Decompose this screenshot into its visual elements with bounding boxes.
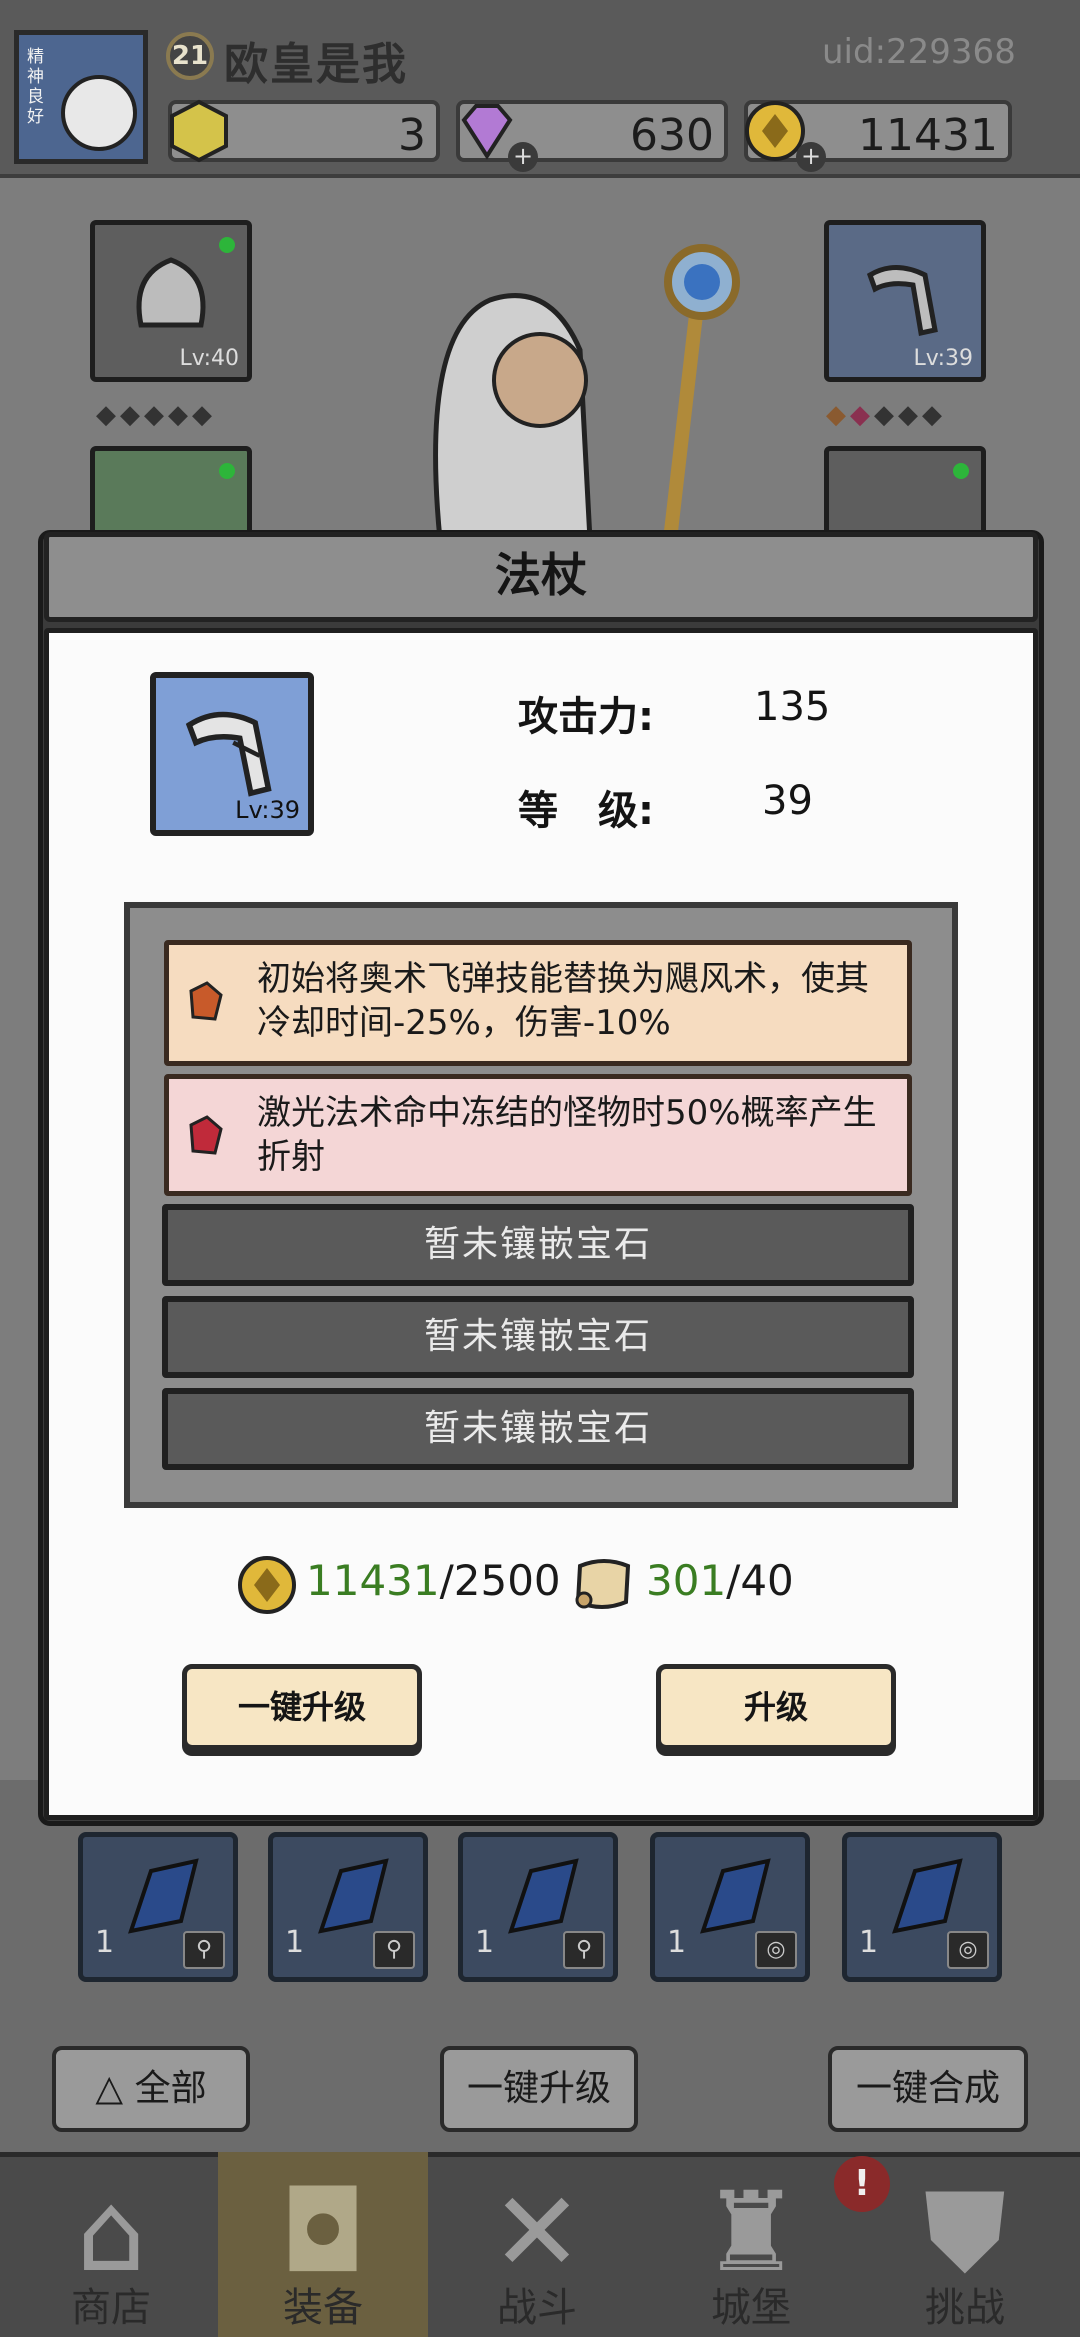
item-count: 1 <box>95 1925 115 1960</box>
resource-value: 630 <box>630 110 714 161</box>
inventory-gem-slot[interactable]: 1 ⚲ <box>268 1832 428 1982</box>
resource-gold: + 11431 <box>744 100 1012 172</box>
staff-type-icon: ⚲ <box>373 1931 415 1969</box>
equipment-slot-staff[interactable]: Lv:39 <box>824 220 986 382</box>
resource-diamond: + 630 <box>456 100 728 172</box>
inventory-gem-slot[interactable]: 1 ⚲ <box>78 1832 238 1982</box>
level-label: 等 级: <box>518 788 654 834</box>
bag-icon: ◘ <box>279 2168 367 2296</box>
resource-value: 11431 <box>858 110 998 161</box>
equipment-slot-armor[interactable] <box>90 446 252 536</box>
hero-character <box>433 244 740 540</box>
item-count: 1 <box>667 1925 687 1960</box>
add-gold-button[interactable]: + <box>796 142 826 172</box>
player-level-badge: 21 <box>166 32 214 80</box>
nav-label: 挑战 <box>925 2285 1005 2331</box>
gold-coin-icon <box>238 1556 296 1614</box>
equipment-slot-ring[interactable] <box>824 446 986 536</box>
player-name: 欧皇是我 <box>224 39 408 90</box>
gold-required: /2500 <box>439 1556 561 1605</box>
slot-level: Lv:40 <box>179 346 239 371</box>
slot-rating: ◆◆◆◆◆ <box>96 400 216 430</box>
hexagon-gem-icon <box>170 99 228 163</box>
empty-gem-socket[interactable]: 暂未镶嵌宝石 <box>162 1204 914 1286</box>
shop-icon: ⌂ <box>76 2168 146 2296</box>
attack-label: 攻击力: <box>518 694 654 740</box>
filter-all-button[interactable]: △ 全部 <box>52 2046 250 2132</box>
scroll-icon <box>575 1559 631 1609</box>
item-count: 1 <box>859 1925 879 1960</box>
gem-effect-row[interactable]: 激光法术命中冻结的怪物时50%概率产生折射 <box>164 1074 912 1196</box>
slot-rating: ◆◆◆◆◆ <box>826 400 946 430</box>
staff-icon <box>185 711 272 797</box>
avatar[interactable]: 精神良好 <box>14 30 148 164</box>
red-gem-icon <box>189 1115 223 1155</box>
nav-battle[interactable]: ✕ 战斗 <box>432 2152 642 2337</box>
scroll-owned: 301 <box>646 1556 727 1605</box>
gold-cost: 11431/2500 <box>306 1556 561 1605</box>
ring-type-icon: ◎ <box>947 1931 989 1969</box>
add-diamond-button[interactable]: + <box>508 142 538 172</box>
hood-icon <box>136 257 206 328</box>
nav-label: 商店 <box>71 2285 151 2331</box>
staff-type-icon: ⚲ <box>183 1931 225 1969</box>
equipment-slot-hood[interactable]: Lv:40 <box>90 220 252 382</box>
gem-effect-text: 激光法术命中冻结的怪物时50%概率产生折射 <box>257 1093 877 1177</box>
item-count: 1 <box>475 1925 495 1960</box>
shield-icon: ⛊ <box>923 2168 1007 2296</box>
bulk-merge-button[interactable]: 一键合成 <box>828 2046 1028 2132</box>
slot-level: Lv:39 <box>913 346 973 371</box>
one-click-upgrade-button[interactable]: 一键升级 <box>182 1664 422 1750</box>
upgrade-button[interactable]: 升级 <box>656 1664 896 1750</box>
resource-hexagon-gem: 3 <box>168 99 440 163</box>
bulk-upgrade-button[interactable]: 一键升级 <box>440 2046 638 2132</box>
item-icon-frame: Lv:39 <box>150 672 314 836</box>
item-level-tag: Lv:39 <box>235 796 300 824</box>
nav-label: 城堡 <box>711 2285 791 2331</box>
status-dot <box>219 463 235 479</box>
staff-icon <box>866 265 938 336</box>
status-dot <box>219 237 235 253</box>
nav-equipment[interactable]: ◘ 装备 <box>218 2152 428 2337</box>
castle-icon: ♜ <box>701 2168 801 2296</box>
filter-all-label: 全部 <box>134 2068 207 2109</box>
nav-castle[interactable]: ♜ 城堡 <box>646 2152 856 2337</box>
nav-label: 装备 <box>283 2285 363 2331</box>
orange-gem-icon <box>189 981 223 1021</box>
notification-badge: ! <box>834 2156 890 2212</box>
inventory-gem-slot[interactable]: 1 ◎ <box>842 1832 1002 1982</box>
avatar-seal: 精神良好 <box>27 47 44 127</box>
inventory-gem-slot[interactable]: 1 ⚲ <box>458 1832 618 1982</box>
gem-effect-row[interactable]: 初始将奥术飞弹技能替换为飓风术，使其冷却时间-25%，伤害-10% <box>164 940 912 1066</box>
staff-type-icon: ⚲ <box>563 1931 605 1969</box>
empty-gem-socket[interactable]: 暂未镶嵌宝石 <box>162 1296 914 1378</box>
player-uid: uid:229368 <box>822 32 1016 72</box>
avatar-face <box>61 75 137 151</box>
ring-type-icon: ◎ <box>755 1931 797 1969</box>
nav-label: 战斗 <box>497 2285 577 2331</box>
scroll-required: /40 <box>726 1556 794 1605</box>
nav-challenge[interactable]: ⛊ 挑战 <box>860 2152 1070 2337</box>
empty-gem-socket[interactable]: 暂未镶嵌宝石 <box>162 1388 914 1470</box>
scroll-cost: 301/40 <box>646 1556 794 1605</box>
resource-value: 3 <box>398 110 426 161</box>
nav-shop[interactable]: ⌂ 商店 <box>6 2152 216 2337</box>
gem-effect-text: 初始将奥术飞弹技能替换为飓风术，使其冷却时间-25%，伤害-10% <box>257 959 869 1043</box>
filter-triangle-icon: △ <box>95 2068 124 2109</box>
modal-title: 法杖 <box>495 548 587 602</box>
inventory-gem-slot[interactable]: 1 ◎ <box>650 1832 810 1982</box>
gold-owned: 11431 <box>306 1556 440 1605</box>
level-value: 39 <box>762 778 813 824</box>
status-dot <box>953 463 969 479</box>
attack-value: 135 <box>754 684 831 730</box>
item-count: 1 <box>285 1925 305 1960</box>
crossed-swords-icon: ✕ <box>490 2168 584 2296</box>
